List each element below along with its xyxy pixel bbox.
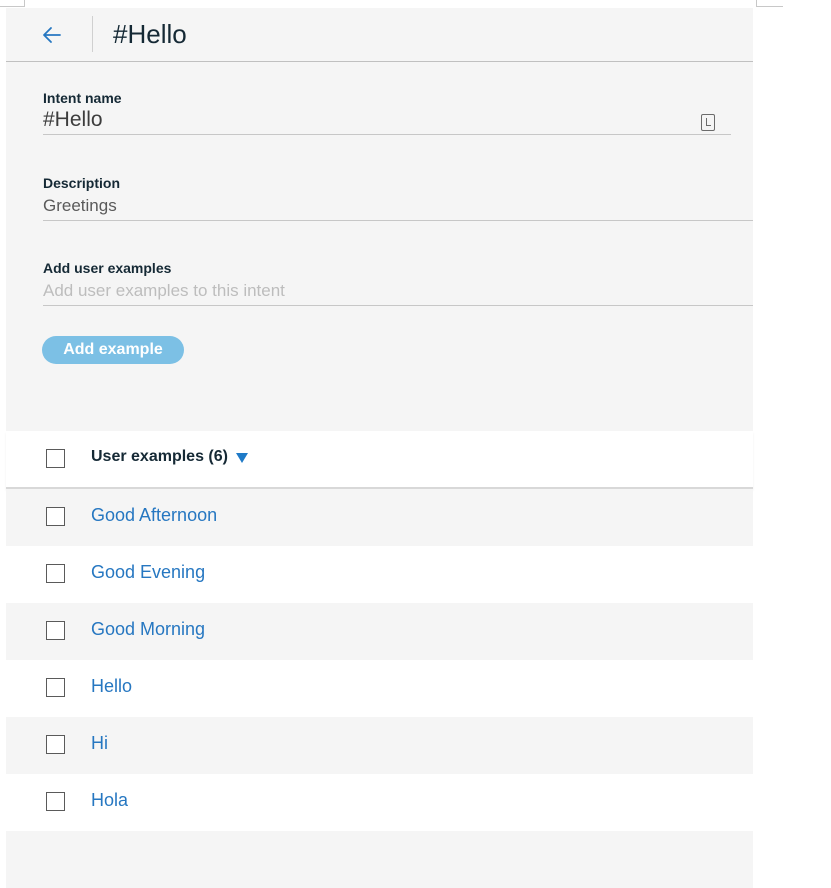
examples-list-header: User examples (6) — [6, 431, 753, 489]
list-item: Hello — [6, 660, 753, 717]
examples-list: Good Afternoon Good Evening Good Morning… — [6, 489, 753, 888]
clipboard-icon[interactable] — [701, 114, 715, 131]
example-checkbox[interactable] — [46, 507, 65, 526]
add-example-input[interactable] — [43, 277, 753, 306]
list-item-empty — [6, 831, 753, 888]
list-item: Hi — [6, 717, 753, 774]
example-text[interactable]: Hello — [91, 676, 132, 697]
list-item: Good Evening — [6, 546, 753, 603]
example-checkbox[interactable] — [46, 621, 65, 640]
window-corner-left — [0, 0, 25, 7]
header-divider — [92, 16, 93, 52]
arrow-left-icon — [43, 27, 61, 43]
list-item: Good Afternoon — [6, 489, 753, 546]
intent-editor-panel: #Hello Intent name Description Add user … — [6, 8, 753, 888]
page-title: #Hello — [113, 19, 187, 49]
intent-form: Intent name Description Add user example… — [6, 62, 753, 431]
example-text[interactable]: Hola — [91, 790, 128, 811]
add-examples-label: Add user examples — [43, 260, 172, 276]
description-input[interactable] — [43, 192, 753, 221]
example-text[interactable]: Hi — [91, 733, 108, 754]
add-example-button[interactable]: Add example — [42, 336, 184, 364]
description-label: Description — [43, 175, 121, 191]
page-header: #Hello — [6, 8, 753, 62]
example-text[interactable]: Good Afternoon — [91, 505, 217, 526]
list-item: Good Morning — [6, 603, 753, 660]
list-item: Hola — [6, 774, 753, 831]
back-button[interactable] — [38, 21, 66, 49]
example-text[interactable]: Good Evening — [91, 562, 205, 583]
example-checkbox[interactable] — [46, 678, 65, 697]
window-corner-right — [756, 0, 783, 7]
select-all-checkbox[interactable] — [46, 449, 65, 468]
caret-down-icon[interactable] — [236, 453, 248, 463]
example-checkbox[interactable] — [46, 564, 65, 583]
examples-count-label[interactable]: User examples (6) — [91, 448, 228, 466]
example-checkbox[interactable] — [46, 792, 65, 811]
example-checkbox[interactable] — [46, 735, 65, 754]
intent-name-input[interactable] — [43, 106, 731, 135]
example-text[interactable]: Good Morning — [91, 619, 205, 640]
intent-name-label: Intent name — [43, 90, 122, 106]
